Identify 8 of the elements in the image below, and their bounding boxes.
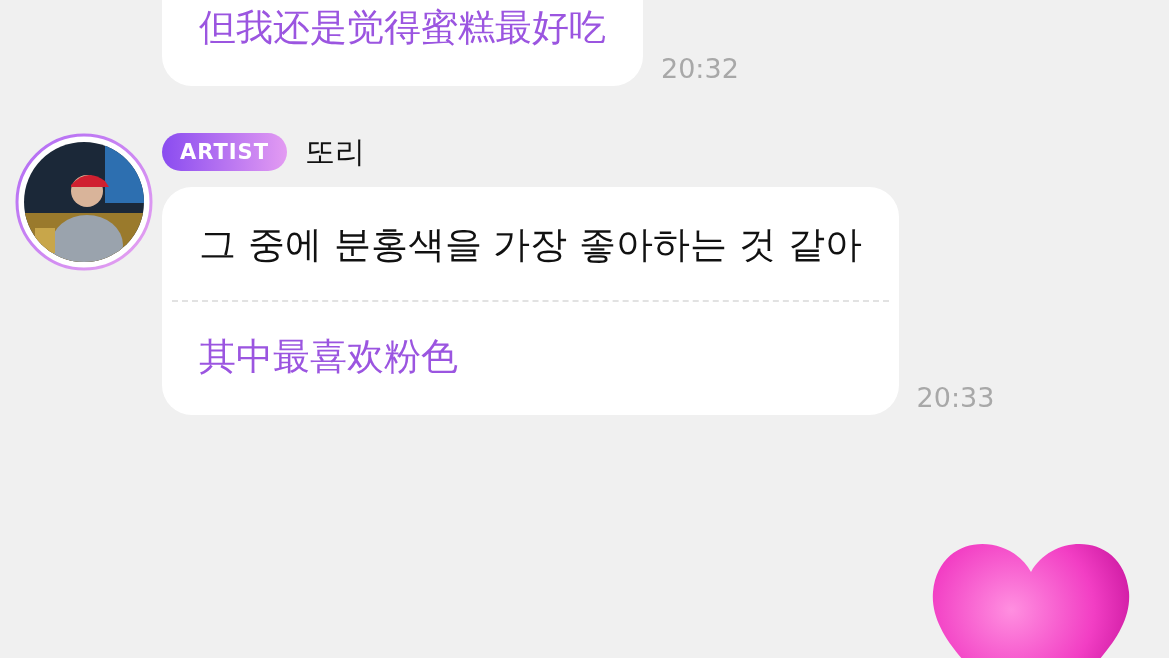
message-time: 20:33 [916,382,995,413]
avatar[interactable] [15,133,153,271]
translated-text: 但我还是觉得蜜糕最好吃 [198,5,607,51]
translated-text: 其中最喜欢粉色 [172,300,889,415]
sender-name: 또리 [305,132,366,171]
message-text: 그 중에 분홍색을 가장 좋아하는 것 같아 [198,222,863,268]
message-time: 20:32 [661,53,739,84]
artist-badge: ARTIST [162,133,288,171]
